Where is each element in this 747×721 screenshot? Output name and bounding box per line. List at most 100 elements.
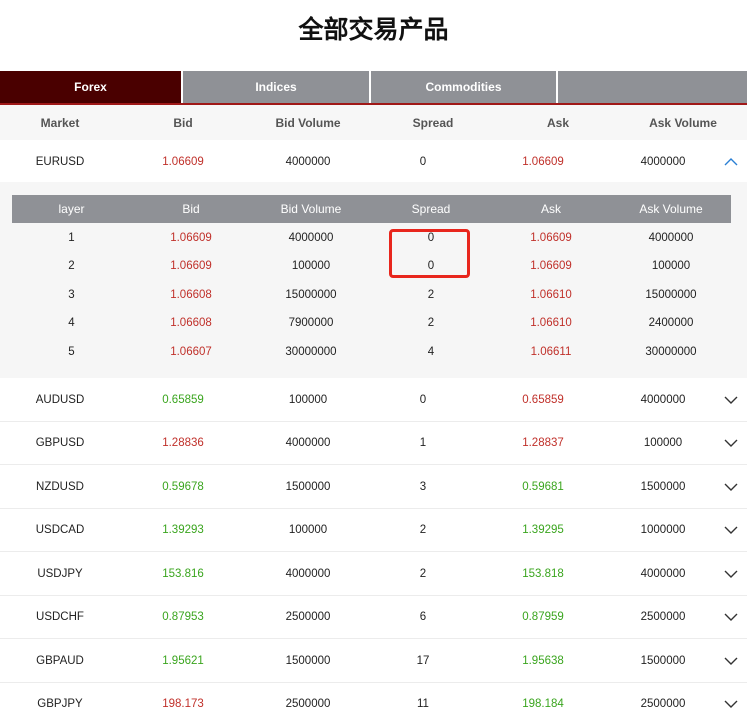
bid-volume-cell: 1500000	[285, 481, 331, 493]
depth-ask-volume-cell: 15000000	[645, 289, 697, 301]
ask-volume-cell: 100000	[643, 437, 683, 449]
chevron-up-icon[interactable]	[724, 155, 738, 169]
spread-cell: 6	[419, 611, 427, 623]
market-cell: USDCHF	[36, 611, 84, 623]
ask-volume-cell: 1000000	[640, 524, 686, 536]
ask-cell: 1.95638	[522, 655, 564, 667]
bid-volume-cell: 2500000	[285, 698, 331, 710]
bid-cell: 1.39293	[162, 524, 204, 536]
depth-layer-cell: 1	[68, 232, 75, 244]
spread-highlight-box	[389, 229, 470, 278]
col-ask: Ask	[546, 115, 569, 130]
bid-cell: 153.816	[162, 568, 204, 580]
ask-volume-cell: 4000000	[640, 156, 686, 168]
market-cell: USDJPY	[37, 568, 83, 580]
ask-cell: 1.28837	[522, 437, 564, 449]
market-cell: USDCAD	[35, 524, 85, 536]
ask-cell: 0.87959	[522, 611, 564, 623]
bid-volume-cell: 4000000	[285, 156, 331, 168]
spread-cell: 0	[419, 394, 427, 406]
spread-cell: 2	[419, 568, 427, 580]
table-row[interactable]: GBPJPY 198.173 2500000 11 198.184 2500000	[0, 682, 747, 721]
ask-volume-cell: 2500000	[640, 611, 686, 623]
bid-cell: 1.95621	[162, 655, 204, 667]
depth-bid-volume-cell: 30000000	[285, 346, 337, 358]
depth-col-ask-volume: Ask Volume	[639, 202, 703, 216]
col-spread: Spread	[412, 115, 454, 130]
spread-cell: 1	[419, 437, 427, 449]
market-cell: GBPAUD	[36, 655, 84, 667]
depth-bid-volume-cell: 15000000	[285, 289, 337, 301]
depth-ask-volume-cell: 30000000	[645, 346, 697, 358]
tab-forex[interactable]: Forex	[0, 71, 183, 104]
table-row[interactable]: USDCHF 0.87953 2500000 6 0.87959 2500000	[0, 595, 747, 639]
bid-cell: 1.06609	[162, 156, 204, 168]
col-market: Market	[40, 115, 80, 130]
table-row[interactable]: GBPUSD 1.28836 4000000 1 1.28837 100000	[0, 421, 747, 465]
depth-bid-volume-cell: 100000	[291, 260, 331, 272]
depth-bid-volume-cell: 4000000	[288, 232, 334, 244]
bid-cell: 0.65859	[162, 394, 204, 406]
table-header: Market Bid Bid Volume Spread Ask Ask Vol…	[0, 105, 747, 140]
chevron-down-icon[interactable]	[724, 393, 738, 407]
ask-volume-cell: 4000000	[640, 568, 686, 580]
chevron-down-icon[interactable]	[724, 436, 738, 450]
bid-volume-cell: 100000	[288, 394, 328, 406]
bid-cell: 198.173	[162, 698, 204, 710]
depth-ask-cell: 1.06610	[530, 317, 572, 329]
market-cell: GBPUSD	[35, 437, 85, 449]
col-bid: Bid	[173, 115, 193, 130]
page-title: 全部交易产品	[298, 15, 449, 44]
ask-volume-cell: 2500000	[640, 698, 686, 710]
table-row[interactable]: AUDUSD 0.65859 100000 0 0.65859 4000000	[0, 378, 747, 422]
ask-cell: 153.818	[522, 568, 564, 580]
table-row[interactable]: NZDUSD 0.59678 1500000 3 0.59681 1500000	[0, 465, 747, 509]
chevron-down-icon[interactable]	[724, 523, 738, 537]
depth-col-ask: Ask	[540, 202, 561, 216]
bid-volume-cell: 1500000	[285, 655, 331, 667]
depth-bid-cell: 1.06609	[170, 260, 212, 272]
chevron-down-icon[interactable]	[724, 697, 738, 711]
chevron-down-icon[interactable]	[724, 654, 738, 668]
table-row[interactable]: USDJPY 153.816 4000000 2 153.818 4000000	[0, 552, 747, 596]
depth-row: 5 1.06607 30000000 4 1.06611 30000000	[12, 338, 731, 366]
chevron-down-icon[interactable]	[724, 610, 738, 624]
bid-volume-cell: 4000000	[285, 568, 331, 580]
ask-cell: 0.59681	[522, 481, 564, 493]
depth-row: 3 1.06608 15000000 2 1.06610 15000000	[12, 281, 731, 309]
bid-volume-cell: 4000000	[285, 437, 331, 449]
tab-empty[interactable]	[558, 71, 747, 104]
table-row[interactable]: GBPAUD 1.95621 1500000 17 1.95638 1500000	[0, 639, 747, 683]
depth-bid-volume-cell: 7900000	[288, 317, 334, 329]
spread-cell: 11	[417, 698, 429, 710]
table-row[interactable]: EURUSD 1.06609 4000000 0 1.06609 4000000	[0, 140, 747, 184]
ask-cell: 0.65859	[522, 394, 564, 406]
spread-cell: 2	[419, 524, 427, 536]
chevron-down-icon[interactable]	[724, 567, 738, 581]
category-tabs: Forex Indices Commodities	[0, 71, 747, 104]
ask-cell: 1.39295	[522, 524, 564, 536]
depth-ask-cell: 1.06609	[530, 260, 572, 272]
depth-ask-cell: 1.06610	[530, 289, 572, 301]
bid-volume-cell: 100000	[288, 524, 328, 536]
chevron-down-icon[interactable]	[724, 480, 738, 494]
depth-row: 4 1.06608 7900000 2 1.06610 2400000	[12, 309, 731, 337]
spread-cell: 3	[419, 481, 427, 493]
table-row[interactable]: USDCAD 1.39293 100000 2 1.39295 1000000	[0, 508, 747, 552]
depth-col-bid: Bid	[182, 202, 200, 216]
depth-panel: layer Bid Bid Volume Spread Ask Ask Volu…	[0, 182, 747, 378]
spread-cell: 0	[419, 156, 427, 168]
tab-indices[interactable]: Indices	[183, 71, 371, 104]
depth-bid-cell: 1.06608	[170, 317, 212, 329]
depth-bid-cell: 1.06607	[170, 346, 212, 358]
bid-cell: 0.87953	[162, 611, 204, 623]
depth-ask-cell: 1.06611	[530, 346, 572, 358]
depth-col-layer: layer	[58, 202, 85, 216]
depth-ask-volume-cell: 100000	[651, 260, 691, 272]
depth-layer-cell: 3	[68, 289, 75, 301]
depth-col-spread: Spread	[411, 202, 451, 216]
bid-volume-cell: 2500000	[285, 611, 331, 623]
depth-ask-cell: 1.06609	[530, 232, 572, 244]
ask-cell: 198.184	[522, 698, 564, 710]
tab-commodities[interactable]: Commodities	[371, 71, 558, 104]
